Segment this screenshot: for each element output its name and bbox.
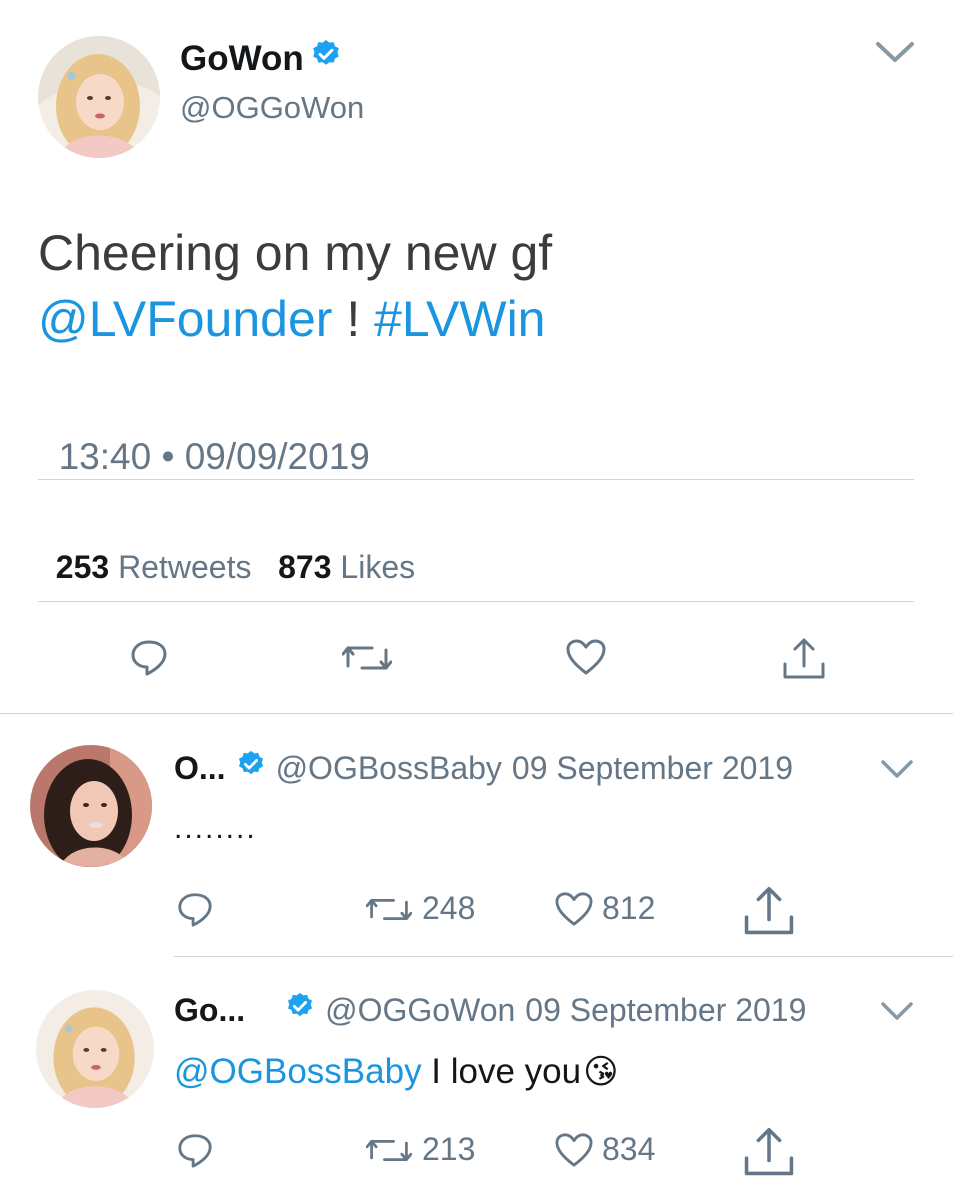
reply-icon[interactable] [176, 890, 214, 928]
divider [0, 713, 953, 714]
reply-avatar[interactable] [36, 990, 154, 1108]
tweet-text-line1: Cheering on my new gf [38, 225, 553, 281]
author-handle[interactable]: @OGGoWon [180, 90, 364, 126]
likes-stat[interactable]: 873 Likes [278, 549, 415, 585]
reply-author-name[interactable]: O... [174, 750, 226, 787]
tweet-timestamp[interactable]: 13:40 • 09/09/2019 [38, 394, 370, 478]
divider [38, 601, 914, 602]
like-count: 834 [602, 1131, 656, 1167]
like-heart-icon[interactable] [554, 1132, 594, 1168]
likes-count: 873 [278, 549, 332, 585]
reply-date[interactable]: 09 September 2019 [525, 992, 806, 1029]
retweets-label: Retweets [118, 549, 252, 585]
chevron-down-icon[interactable] [874, 38, 916, 66]
mention-link[interactable]: @LVFounder [38, 291, 332, 347]
reply-header: O... @OGBossBaby 09 September 2019 [174, 748, 793, 788]
retweet-count: 213 [422, 1131, 476, 1167]
verified-badge-icon [236, 749, 266, 787]
verified-badge-icon [310, 38, 342, 79]
divider [174, 956, 953, 957]
reply-author-handle[interactable]: @OGBossBaby [276, 750, 502, 787]
tweet-date: 09/09/2019 [184, 436, 370, 477]
author-name[interactable]: GoWon [180, 38, 342, 79]
like-heart-icon[interactable] [554, 891, 594, 927]
share-icon[interactable] [742, 884, 796, 936]
reply-author-name[interactable]: Go... [174, 992, 245, 1029]
tweet-text-mid: ! [332, 291, 375, 347]
reply-date[interactable]: 09 September 2019 [512, 750, 793, 787]
reply-text-body: I love you [421, 1052, 582, 1091]
likes-label: Likes [340, 549, 416, 585]
kissing-face-emoji: 😘 [583, 1053, 619, 1091]
divider [38, 479, 914, 480]
retweets-stat[interactable]: 253 Retweets [56, 549, 252, 585]
like-count: 812 [602, 890, 656, 926]
tweet-time: 13:40 [58, 436, 152, 477]
share-icon[interactable] [742, 1125, 796, 1177]
reply-avatar[interactable] [30, 745, 152, 867]
mention-link[interactable]: @OGBossBaby [174, 1052, 422, 1092]
author-avatar[interactable] [38, 36, 160, 158]
verified-badge-icon [285, 991, 315, 1029]
like-heart-icon[interactable] [565, 638, 607, 676]
tweet-stats: 253 Retweets 873 Likes [38, 512, 415, 586]
retweet-count: 248 [422, 890, 476, 926]
reply-text: ........ [174, 812, 257, 845]
reply-icon[interactable] [176, 1131, 214, 1169]
chevron-down-icon[interactable] [880, 1000, 914, 1022]
retweet-icon[interactable] [342, 640, 392, 676]
reply-icon[interactable] [129, 637, 169, 677]
retweet-icon[interactable] [366, 1134, 412, 1167]
chevron-down-icon[interactable] [880, 758, 914, 780]
timestamp-separator: • [161, 436, 175, 477]
tweet-text-line2: @LVFounder ! #LVWin [38, 286, 918, 352]
retweets-count: 253 [55, 549, 110, 585]
reply-header: Go... @OGGoWon 09 September 2019 [174, 990, 806, 1030]
hashtag-link[interactable]: #LVWin [374, 291, 545, 347]
tweet-text: Cheering on my new gf @LVFounder ! #LVWi… [38, 220, 918, 352]
reply-author-handle[interactable]: @OGGoWon [325, 992, 515, 1029]
retweet-icon[interactable] [366, 893, 412, 926]
share-icon[interactable] [782, 636, 826, 680]
reply-text: @OGBossBaby I love you 😘 [174, 1052, 619, 1092]
